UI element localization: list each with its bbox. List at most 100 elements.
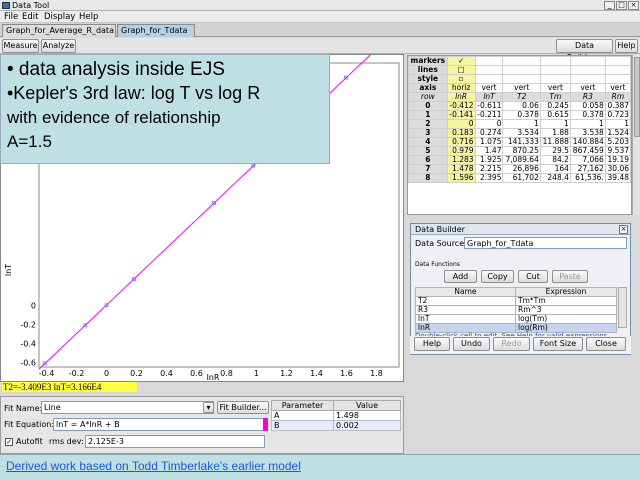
table-cell[interactable]: 0.058 <box>569 101 606 111</box>
table-cell[interactable]: 0.06 <box>502 101 541 111</box>
table-row[interactable]: 7 1.478 2.215 26,896 164 27,162 30.06 <box>408 164 632 174</box>
function-row[interactable]: lnT log(Tm) <box>415 314 617 324</box>
table-cell[interactable]: 1.88 <box>539 128 571 138</box>
table-cell[interactable]: 5.203 <box>604 137 632 147</box>
attribute-cell[interactable] <box>569 74 606 84</box>
fit-parameter-table[interactable]: Parameter Value A 1.498 B 0.002 <box>271 400 401 431</box>
table-cell[interactable]: 0.716 <box>446 137 476 147</box>
table-cell[interactable]: -0.141 <box>446 110 476 120</box>
table-row[interactable]: 3 0.183 0.274 3.534 1.88 3.538 1.524 <box>408 128 632 138</box>
attribute-cell[interactable]: vert <box>474 83 504 93</box>
attribute-cell[interactable]: ▫ <box>446 74 476 84</box>
maximize-button[interactable]: □ <box>616 1 627 10</box>
function-name[interactable]: T2 <box>415 296 516 306</box>
attribute-cell[interactable] <box>474 65 504 75</box>
table-cell[interactable]: 0.979 <box>446 146 476 156</box>
function-row[interactable]: R3 Rm^3 <box>415 305 617 315</box>
attribute-cell[interactable] <box>539 56 571 66</box>
attribute-cell[interactable] <box>539 65 571 75</box>
table-cell[interactable]: 1 <box>569 119 606 129</box>
table-scroll-thumb[interactable] <box>634 57 640 137</box>
table-cell[interactable]: 2.215 <box>474 164 504 174</box>
column-header[interactable]: lnR <box>446 92 476 102</box>
builder-help-button[interactable]: Help <box>414 337 450 351</box>
table-cell[interactable]: 39.48 <box>604 173 632 183</box>
redo-button[interactable]: Redo <box>493 337 530 351</box>
table-cell[interactable]: 248.4 <box>539 173 571 183</box>
column-header[interactable]: T2 <box>502 92 541 102</box>
attribute-cell[interactable] <box>604 74 632 84</box>
table-cell[interactable]: 26,896 <box>502 164 541 174</box>
table-cell[interactable]: 0.245 <box>539 101 571 111</box>
fit-color-swatch[interactable] <box>263 418 268 431</box>
attribute-cell[interactable]: □ <box>446 65 476 75</box>
menu-edit[interactable]: Edit <box>22 11 38 23</box>
font-size-button[interactable]: Font Size <box>533 337 583 351</box>
table-cell[interactable]: 19.19 <box>604 155 632 165</box>
table-row[interactable]: 2001111 <box>408 119 632 129</box>
attribute-cell[interactable] <box>569 65 606 75</box>
table-cell[interactable]: -0.611 <box>474 101 504 111</box>
tab-tdata[interactable]: Graph_for_Tdata <box>117 24 195 37</box>
table-cell[interactable]: 0.615 <box>539 110 571 120</box>
attribute-cell[interactable]: vert <box>502 83 541 93</box>
table-cell[interactable]: 61,536. <box>569 173 606 183</box>
add-button[interactable]: Add <box>444 270 477 283</box>
table-cell[interactable]: 1.478 <box>446 164 476 174</box>
table-cell[interactable]: 3.534 <box>502 128 541 138</box>
table-row[interactable]: 6 1.283 1.925 7,089.64 84.2 7,066 19.19 <box>408 155 632 165</box>
table-cell[interactable]: 1.596 <box>446 173 476 183</box>
fit-name-select[interactable]: Line <box>41 401 214 414</box>
table-cell[interactable]: 0.183 <box>446 128 476 138</box>
attribute-cell[interactable]: vert <box>569 83 606 93</box>
column-header[interactable]: row <box>408 92 448 102</box>
table-cell[interactable]: 0.387 <box>604 101 632 111</box>
table-cell[interactable]: 29.5 <box>539 146 571 156</box>
attribute-cell[interactable] <box>474 74 504 84</box>
table-cell[interactable]: 870.25 <box>502 146 541 156</box>
menu-file[interactable]: File <box>4 11 18 23</box>
data-source-select[interactable]: Graph_for_Tdata <box>464 237 627 249</box>
table-cell[interactable]: 3.538 <box>569 128 606 138</box>
param-value[interactable]: 0.002 <box>333 420 401 431</box>
table-cell[interactable]: 140.884 <box>569 137 606 147</box>
table-row[interactable]: 4 0.716 1.075 141.333 11.888 140.884 5.203 <box>408 137 632 147</box>
undo-button[interactable]: Undo <box>453 337 490 351</box>
data-builder-button[interactable]: Data Builder... <box>556 39 613 62</box>
paste-button[interactable]: Paste <box>552 270 588 283</box>
help-button[interactable]: Help <box>615 39 638 53</box>
table-cell[interactable]: 1.47 <box>474 146 504 156</box>
table-cell[interactable]: 1 <box>604 119 632 129</box>
table-row[interactable]: 1 -0.141 -0.211 0.378 0.615 0.378 0.723 <box>408 110 632 120</box>
menu-help[interactable]: Help <box>79 11 98 23</box>
table-cell[interactable]: 164 <box>539 164 571 174</box>
table-cell[interactable]: 0.378 <box>502 110 541 120</box>
data-table[interactable]: markers ✓ lines □ style ▫ axis horiz vert vert ver… <box>408 56 632 183</box>
measure-button[interactable]: Measure <box>2 39 39 53</box>
column-header[interactable]: Tm <box>539 92 571 102</box>
autofit-checkbox[interactable]: ✓ <box>5 438 13 446</box>
builder-close-icon[interactable]: × <box>619 225 628 234</box>
attribute-cell[interactable]: horiz <box>446 83 476 93</box>
table-cell[interactable]: 7,089.64 <box>502 155 541 165</box>
minimize-button[interactable]: _ <box>604 1 615 10</box>
table-cell[interactable]: 84.2 <box>539 155 571 165</box>
table-cell[interactable]: 1.075 <box>474 137 504 147</box>
analyze-button[interactable]: Analyze <box>41 39 76 53</box>
table-cell[interactable]: 27,162 <box>569 164 606 174</box>
table-cell[interactable]: 7,066 <box>569 155 606 165</box>
attribute-cell[interactable] <box>502 74 541 84</box>
close-window-button[interactable]: × <box>628 1 639 10</box>
table-cell[interactable]: 1.925 <box>474 155 504 165</box>
column-header[interactable]: Rm <box>604 92 632 102</box>
function-name[interactable]: lnT <box>415 314 516 324</box>
table-cell[interactable]: 867.459 <box>569 146 606 156</box>
attribute-cell[interactable] <box>604 65 632 75</box>
attribute-cell[interactable]: ✓ <box>446 56 476 66</box>
attribute-cell[interactable] <box>604 56 632 66</box>
attribute-cell[interactable] <box>502 65 541 75</box>
fit-equation-field[interactable]: lnT = A*lnR + B <box>53 418 265 431</box>
attribute-cell[interactable] <box>539 74 571 84</box>
table-cell[interactable]: 0.274 <box>474 128 504 138</box>
table-row[interactable]: 0 -0.412 -0.611 0.06 0.245 0.058 0.387 <box>408 101 632 111</box>
